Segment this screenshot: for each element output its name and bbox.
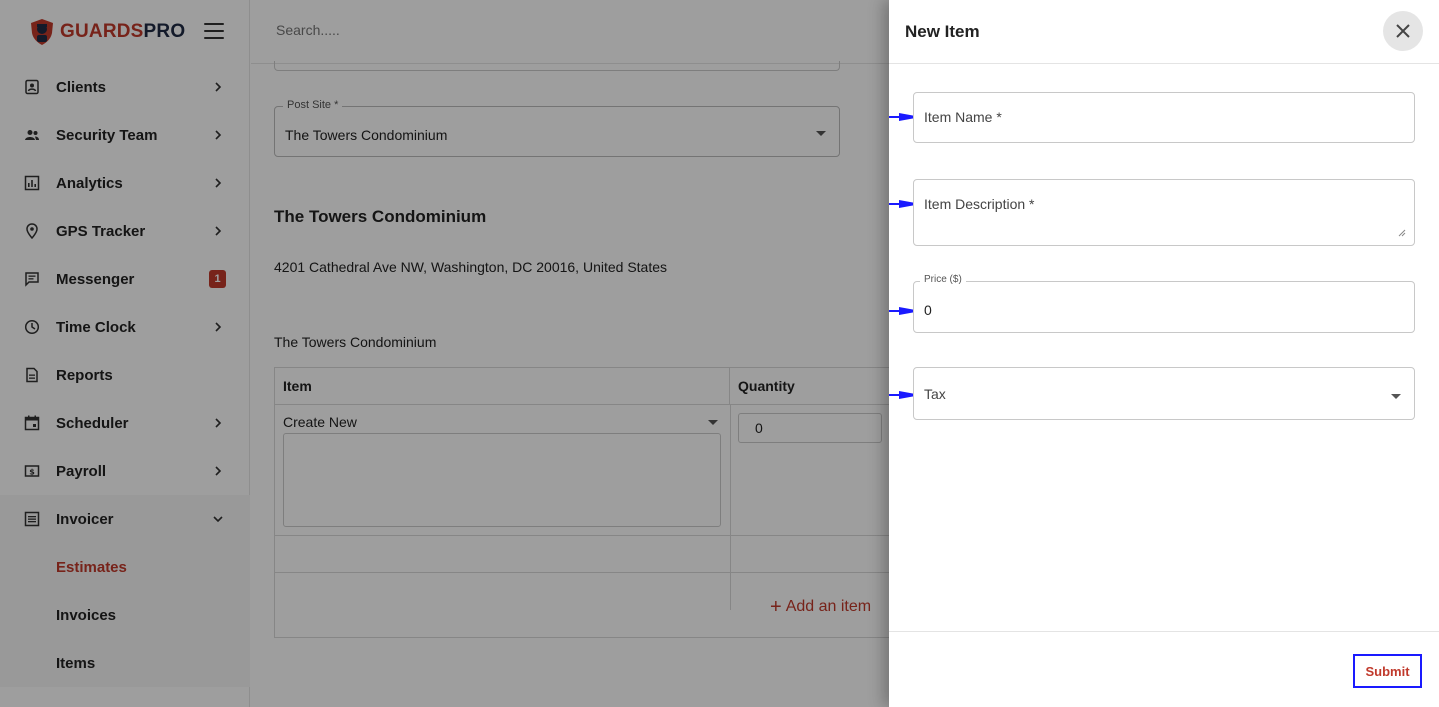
item-description-placeholder: Item Description *: [924, 196, 1035, 212]
item-name-field[interactable]: Item Name *: [913, 92, 1415, 143]
modal-backdrop[interactable]: [0, 0, 889, 707]
item-name-placeholder: Item Name *: [924, 109, 1002, 125]
drawer-footer: Submit: [889, 631, 1439, 707]
price-label: Price ($): [920, 274, 966, 285]
new-item-drawer: New Item Item Name * Item Description * …: [889, 0, 1439, 707]
drawer-title: New Item: [905, 22, 980, 41]
dropdown-arrow-icon: [1391, 394, 1401, 399]
submit-button[interactable]: Submit: [1353, 654, 1422, 688]
price-field[interactable]: Price ($) 0: [913, 274, 1415, 333]
tax-select[interactable]: Tax: [913, 367, 1415, 420]
item-description-field[interactable]: Item Description *: [913, 179, 1415, 246]
drawer-header: New Item: [889, 0, 1439, 64]
price-value: 0: [924, 302, 932, 318]
close-icon: [1396, 24, 1410, 38]
tax-placeholder: Tax: [924, 386, 946, 402]
resize-handle-icon[interactable]: [1398, 229, 1406, 237]
close-button[interactable]: [1383, 11, 1423, 51]
